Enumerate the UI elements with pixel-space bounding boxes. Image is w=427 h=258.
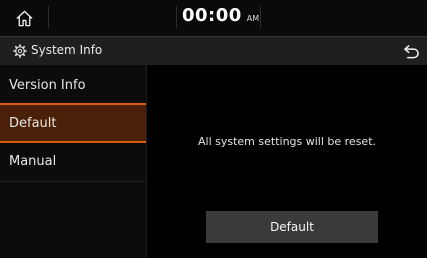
- sidebar-item-default[interactable]: Default: [0, 103, 146, 143]
- reset-message: All system settings will be reset.: [197, 135, 377, 148]
- sidebar-divider: [0, 181, 146, 182]
- home-button[interactable]: [4, 2, 44, 34]
- status-divider: [260, 6, 261, 28]
- system-info-screen: 00:00 AM System Info Version Info Defaul…: [0, 0, 427, 258]
- gear-icon: [13, 44, 27, 58]
- page-title: System Info: [31, 43, 103, 57]
- back-arrow-icon: [403, 44, 419, 58]
- sidebar: Version Info Default Manual: [0, 65, 147, 258]
- status-divider: [176, 6, 177, 28]
- main-content: All system settings will be reset. Defau…: [147, 65, 427, 258]
- sidebar-item-version-info[interactable]: Version Info: [0, 65, 146, 105]
- sidebar-item-label: Default: [9, 115, 57, 131]
- clock-time: 00:00: [182, 5, 242, 26]
- status-divider: [48, 6, 49, 28]
- sidebar-item-label: Version Info: [9, 77, 86, 93]
- title-bar: System Info: [0, 36, 427, 65]
- sidebar-item-manual[interactable]: Manual: [0, 141, 146, 181]
- back-button[interactable]: [395, 37, 427, 65]
- clock-ampm: AM: [246, 14, 260, 23]
- sidebar-item-label: Manual: [9, 153, 57, 169]
- status-bar: 00:00 AM: [0, 0, 427, 36]
- home-icon: [15, 10, 33, 26]
- clock: 00:00 AM: [182, 5, 259, 31]
- default-button[interactable]: Default: [206, 211, 378, 243]
